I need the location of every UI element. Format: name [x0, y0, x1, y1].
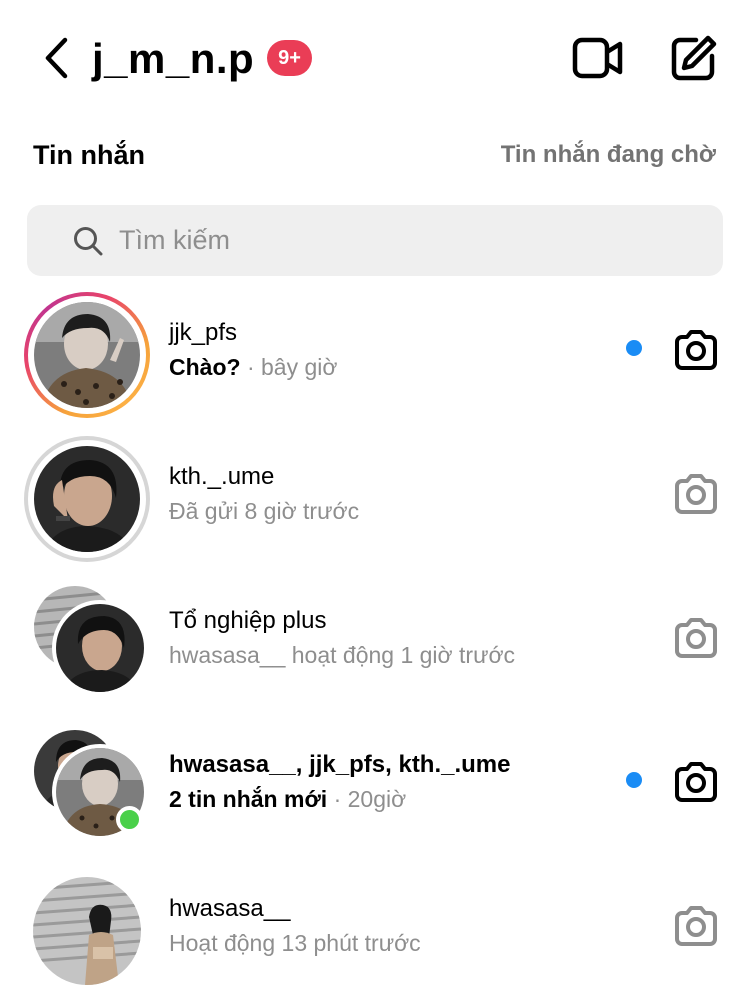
camera-icon [675, 618, 717, 658]
new-message-button[interactable] [668, 34, 720, 82]
conversation-preview: Chào? · bây giờ [169, 352, 337, 382]
camera-button[interactable] [672, 904, 720, 948]
conversation-name: hwasasa__ [169, 895, 291, 922]
video-call-button[interactable] [572, 34, 624, 82]
conversation-name: jjk_pfs [169, 319, 238, 346]
new-message-icon [671, 35, 717, 81]
search-bar[interactable] [27, 205, 723, 276]
conversation-name: kth._.ume [169, 463, 275, 490]
camera-icon [675, 330, 717, 370]
notification-badge: 9+ [267, 40, 312, 76]
back-button[interactable] [36, 36, 76, 80]
message-requests-link[interactable]: Tin nhắn đang chờ [501, 140, 716, 170]
conversation-item[interactable]: hwasasa__, jjk_pfs, kth._.ume 2 tin nhắn… [0, 724, 750, 854]
conversation-preview: Hoạt động 13 phút trước [169, 930, 421, 956]
conversation-name: Tổ nghiệp plus [169, 607, 327, 634]
camera-icon [675, 906, 717, 946]
search-input[interactable] [119, 205, 723, 276]
unread-indicator [626, 772, 642, 788]
conversation-preview: hwasasa__ hoạt động 1 giờ trước [169, 642, 516, 668]
avatar-photo [34, 446, 140, 552]
camera-icon [675, 474, 717, 514]
search-icon [73, 226, 103, 256]
header: j_m_n.p 9+ [0, 0, 750, 115]
conversation-item[interactable]: hwasasa__ Hoạt động 13 phút trước [0, 868, 750, 998]
avatar-photo [34, 302, 140, 408]
camera-button[interactable] [672, 616, 720, 660]
messages-heading: Tin nhắn [33, 140, 145, 170]
message-time: · 20giờ [333, 786, 407, 812]
avatar[interactable] [24, 436, 150, 562]
online-status-indicator [116, 806, 143, 833]
conversation-preview: Đã gửi 8 giờ trước [169, 498, 360, 524]
avatar-photo [52, 600, 148, 696]
conversation-item[interactable]: Tổ nghiệp plus hwasasa__ hoạt động 1 giờ… [0, 580, 750, 710]
avatar[interactable] [24, 292, 150, 418]
avatar[interactable] [24, 868, 150, 994]
camera-button[interactable] [672, 472, 720, 516]
last-message: 2 tin nhắn mới [169, 786, 328, 812]
group-avatar[interactable] [24, 580, 150, 706]
camera-button[interactable] [672, 760, 720, 804]
camera-icon [675, 762, 717, 802]
camera-button[interactable] [672, 328, 720, 372]
group-avatar[interactable] [24, 724, 150, 850]
conversation-preview: 2 tin nhắn mới · 20giờ [169, 784, 406, 814]
conversation-name: hwasasa__, jjk_pfs, kth._.ume [169, 751, 511, 778]
conversation-item[interactable]: jjk_pfs Chào? · bây giờ [0, 292, 750, 422]
avatar-photo [33, 877, 141, 985]
account-username[interactable]: j_m_n.p [92, 34, 254, 84]
video-camera-icon [572, 37, 623, 79]
unread-indicator [626, 340, 642, 356]
conversation-item[interactable]: kth._.ume Đã gửi 8 giờ trước [0, 436, 750, 566]
message-time: · bây giờ [246, 354, 338, 380]
last-message: Chào? [169, 354, 241, 380]
chevron-left-icon [45, 37, 68, 79]
